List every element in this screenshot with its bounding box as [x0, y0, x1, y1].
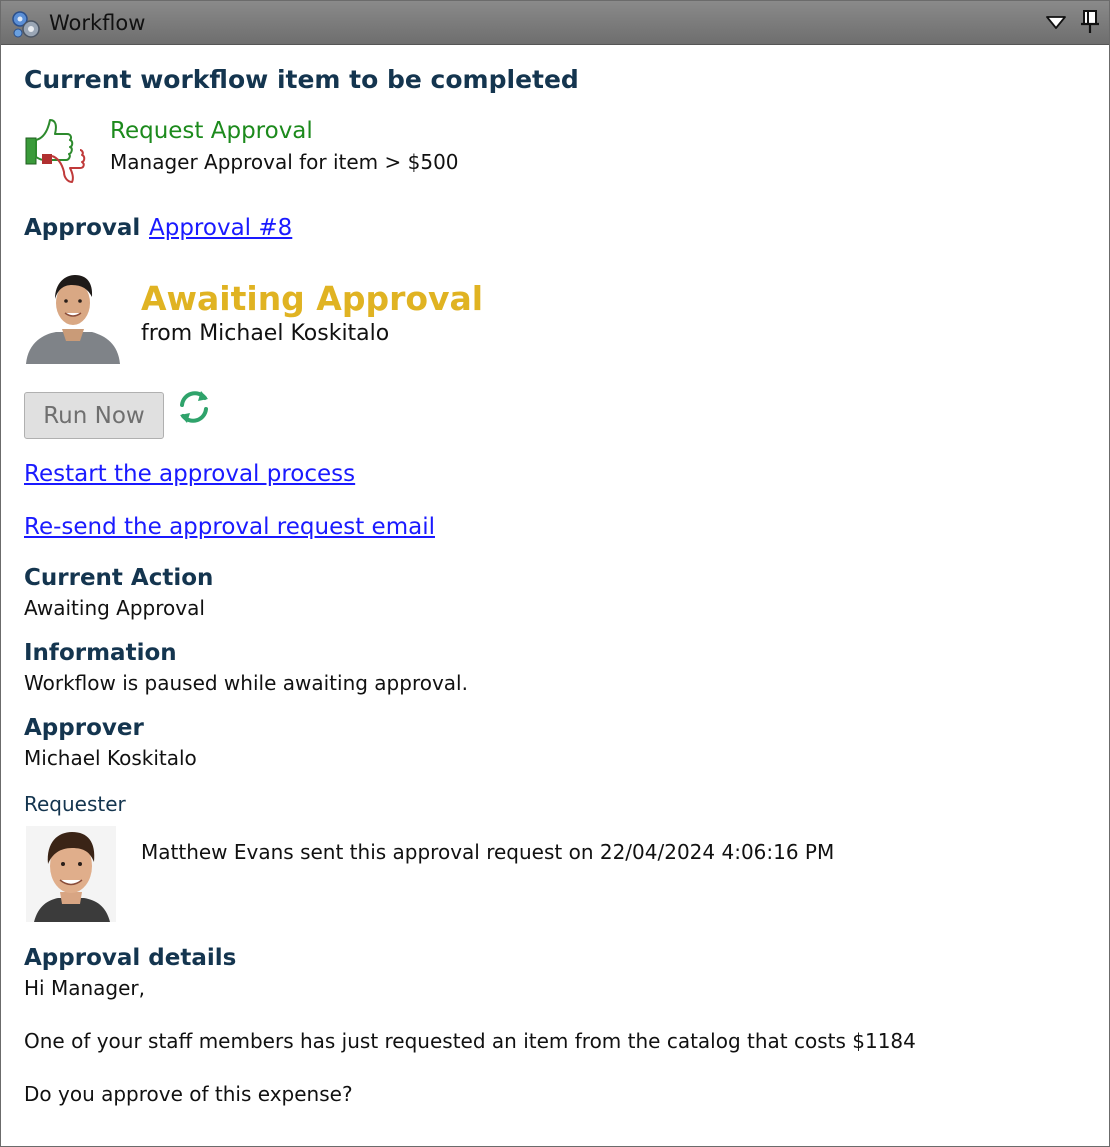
approval-details-line: Hi Manager, — [24, 976, 145, 1000]
run-now-button[interactable]: Run Now — [24, 392, 164, 439]
requester-text: Matthew Evans sent this approval request… — [141, 840, 835, 864]
approval-details-line: One of your staff members has just reque… — [24, 1029, 916, 1053]
step-title: Request Approval — [110, 118, 313, 144]
triangle-down-icon[interactable] — [1043, 9, 1069, 35]
workflow-panel: Workflow Current workflow item to be com… — [0, 0, 1110, 1147]
step-description: Manager Approval for item > $500 — [110, 150, 459, 174]
approval-link[interactable]: Approval #8 — [149, 215, 292, 241]
approver-value: Michael Koskitalo — [24, 746, 197, 770]
information-value: Workflow is paused while awaiting approv… — [24, 671, 468, 695]
approval-label: Approval — [24, 215, 141, 241]
approver-label: Approver — [24, 715, 144, 741]
gears-icon — [12, 11, 40, 38]
current-action-label: Current Action — [24, 565, 214, 591]
current-action-value: Awaiting Approval — [24, 596, 205, 620]
thumbs-up-down-icon — [25, 119, 86, 183]
information-label: Information — [24, 640, 177, 666]
status-from: from Michael Koskitalo — [141, 321, 390, 346]
restart-approval-link[interactable]: Restart the approval process — [24, 461, 355, 487]
requester-avatar — [26, 826, 116, 922]
panel-title: Workflow — [49, 11, 146, 35]
approval-details-line: Do you approve of this expense? — [24, 1082, 353, 1106]
panel-titlebar: Workflow — [1, 1, 1109, 45]
approver-avatar — [24, 267, 122, 364]
resend-email-link[interactable]: Re-send the approval request email — [24, 514, 435, 540]
status-title: Awaiting Approval — [141, 279, 484, 318]
page-title: Current workflow item to be completed — [24, 65, 579, 94]
pin-icon[interactable] — [1077, 9, 1103, 35]
approval-details-label: Approval details — [24, 945, 237, 971]
requester-label: Requester — [24, 792, 126, 816]
refresh-icon[interactable] — [174, 387, 214, 427]
